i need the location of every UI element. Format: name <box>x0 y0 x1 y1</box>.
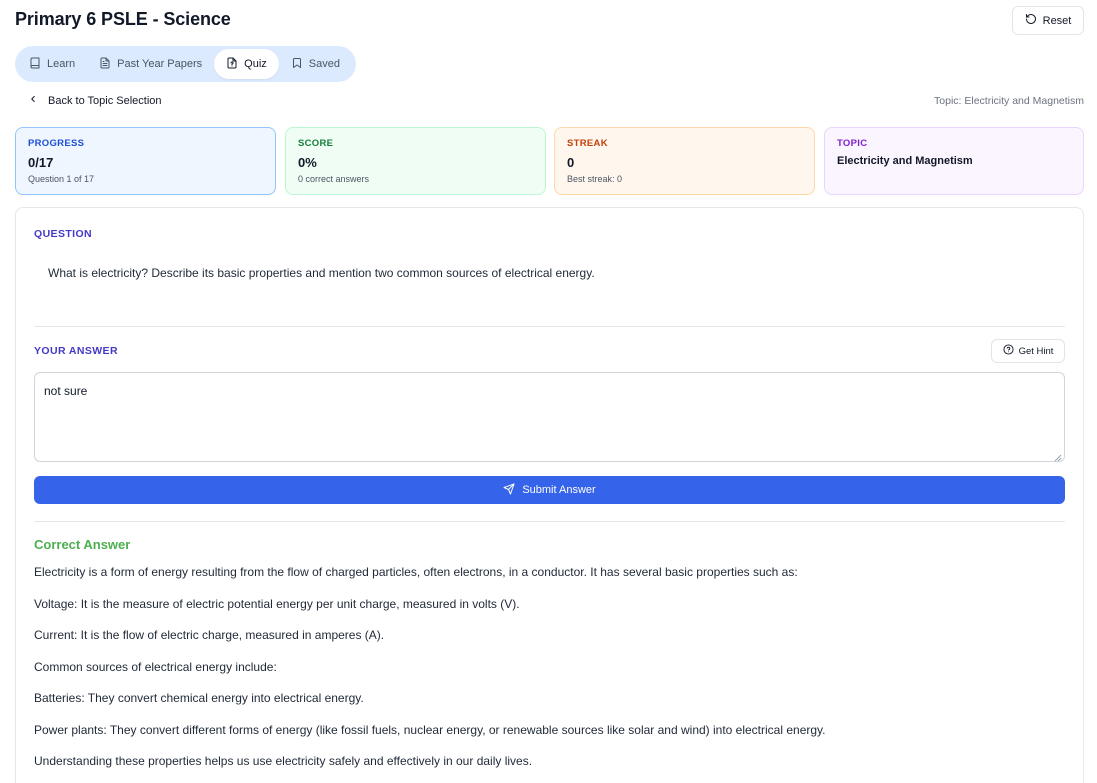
submit-label: Submit Answer <box>522 484 596 496</box>
reset-label: Reset <box>1042 14 1072 27</box>
correct-answer-body: Electricity is a form of energy resultin… <box>34 565 1065 783</box>
hint-label: Get Hint <box>1018 345 1054 357</box>
back-label: Back to Topic Selection <box>48 94 162 107</box>
streak-subtext: Best streak: 0 <box>567 174 623 184</box>
correct-answer-line: Batteries: They convert chemical energy … <box>34 691 364 705</box>
topic-label: TOPIC <box>837 138 868 149</box>
tab-learn[interactable]: Learn <box>17 49 87 79</box>
correct-answer-line: Current: It is the flow of electric char… <box>34 628 385 642</box>
reset-icon <box>1025 13 1037 28</box>
quiz-card: QUESTION What is electricity? Describe i… <box>15 207 1084 783</box>
current-topic-label: Topic: Electricity and Magnetism <box>934 95 1084 107</box>
score-value: 0% <box>298 155 317 170</box>
question-text: What is electricity? Describe its basic … <box>48 266 595 280</box>
page-title: Primary 6 PSLE - Science <box>15 9 231 29</box>
reset-button[interactable]: Reset <box>1012 6 1084 35</box>
tab-quiz[interactable]: Quiz <box>214 49 279 79</box>
correct-answer-line: Understanding these properties helps us … <box>34 754 533 768</box>
progress-card: PROGRESS 0/17 Question 1 of 17 <box>15 127 276 195</box>
correct-answer-line: Common sources of electrical energy incl… <box>34 659 277 674</box>
back-to-topic-link[interactable]: Back to Topic Selection <box>28 94 162 107</box>
progress-subtext: Question 1 of 17 <box>28 174 95 184</box>
bookmark-icon <box>291 57 303 72</box>
score-card: SCORE 0% 0 correct answers <box>285 127 546 195</box>
book-icon <box>29 57 41 72</box>
tab-saved[interactable]: Saved <box>279 49 352 79</box>
answer-textarea[interactable]: not sure <box>34 372 1065 462</box>
correct-answer-title: Correct Answer <box>34 537 131 552</box>
tab-bar: Learn Past Year Papers Quiz Saved <box>15 46 356 82</box>
tab-past-year-papers[interactable]: Past Year Papers <box>87 49 214 79</box>
streak-card: STREAK 0 Best streak: 0 <box>554 127 815 195</box>
document-icon <box>99 57 111 72</box>
resize-handle-icon[interactable] <box>1054 451 1062 462</box>
score-subtext: 0 correct answers <box>298 174 370 184</box>
tab-label: Saved <box>308 58 340 70</box>
correct-answer-line: Power plants: They convert different for… <box>34 722 826 737</box>
answer-value: not sure <box>44 384 88 398</box>
question-label: QUESTION <box>34 228 93 240</box>
help-circle-icon <box>1003 344 1014 358</box>
your-answer-label: YOUR ANSWER <box>34 345 118 357</box>
progress-value: 0/17 <box>28 155 54 170</box>
correct-answer-line: Electricity is a form of energy resultin… <box>34 565 798 579</box>
correct-answer-line: Voltage: It is the measure of electric p… <box>34 596 520 611</box>
get-hint-button[interactable]: Get Hint <box>991 339 1065 363</box>
topic-card: TOPIC Electricity and Magnetism <box>824 127 1084 195</box>
send-icon <box>503 483 515 498</box>
streak-label: STREAK <box>567 138 608 149</box>
submit-answer-button[interactable]: Submit Answer <box>34 476 1065 504</box>
divider <box>34 521 1065 522</box>
quiz-icon <box>226 57 238 72</box>
streak-value: 0 <box>567 155 575 170</box>
divider <box>34 326 1065 327</box>
chevron-left-icon <box>28 94 38 107</box>
tab-label: Learn <box>47 58 76 70</box>
tab-label: Past Year Papers <box>117 58 203 70</box>
score-label: SCORE <box>298 138 334 149</box>
tab-label: Quiz <box>244 58 267 70</box>
progress-label: PROGRESS <box>28 138 85 149</box>
topic-value: Electricity and Magnetism <box>837 155 973 167</box>
